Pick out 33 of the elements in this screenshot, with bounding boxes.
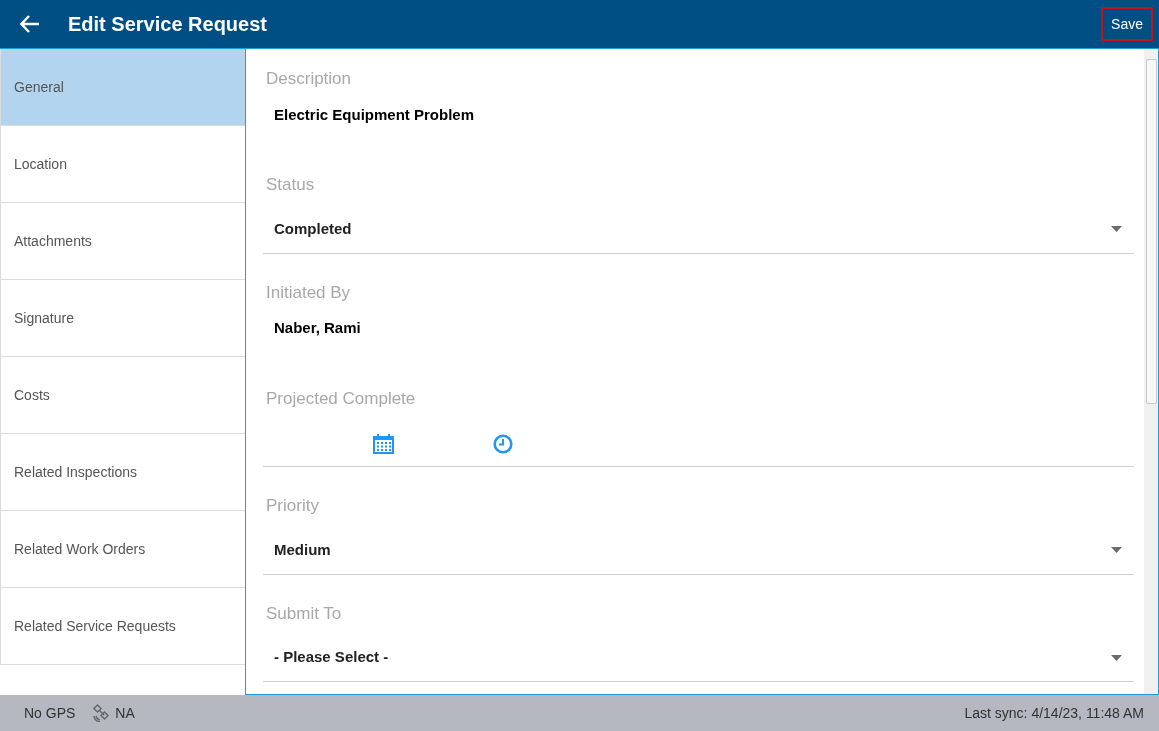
select-field[interactable]: - Please Select -	[263, 636, 1134, 682]
select-field[interactable]: Completed	[263, 207, 1134, 254]
dropdown-caret-icon	[1111, 226, 1122, 232]
scrollbar-thumb[interactable]	[1145, 59, 1157, 404]
sidebar-item[interactable]: Attachments	[0, 203, 245, 280]
field-value: Electric Equipment Problem	[273, 104, 476, 125]
satellite-icon	[93, 704, 112, 722]
field-label: Priority	[265, 495, 320, 517]
dropdown-caret-icon	[1111, 654, 1122, 661]
field-label: Description	[265, 68, 353, 90]
back-arrow-icon[interactable]	[20, 15, 40, 33]
sidebar-item[interactable]: Costs	[0, 357, 245, 434]
signal-status: NA	[115, 703, 135, 723]
sidebar-item[interactable]: Related Work Orders	[0, 511, 245, 588]
field-label: Projected Complete	[265, 387, 417, 410]
select-field[interactable]: Medium	[263, 528, 1134, 575]
sidebar-item[interactable]: Signature	[0, 280, 245, 357]
field-label: Initiated By	[265, 281, 352, 304]
calendar-icon[interactable]	[373, 433, 394, 454]
sidebar-item[interactable]: Related Service Requests	[0, 588, 245, 665]
dropdown-caret-icon	[1111, 547, 1122, 553]
scrollbar[interactable]	[1144, 49, 1158, 694]
page-title: Edit Service Request	[68, 12, 267, 37]
clock-icon[interactable]	[493, 433, 513, 454]
sidebar-item[interactable]: Location	[0, 126, 245, 203]
sidebar-item[interactable]: General	[0, 49, 245, 126]
field-label: Status	[265, 174, 316, 196]
gps-status: No GPS	[24, 703, 76, 723]
last-sync: Last sync: 4/14/23, 11:48 AM	[964, 703, 1144, 723]
save-button[interactable]: Save	[1101, 7, 1153, 41]
field-label: Submit To	[265, 602, 343, 625]
sidebar-item[interactable]: Related Inspections	[0, 434, 245, 511]
field-value: Naber, Rami	[273, 318, 362, 338]
